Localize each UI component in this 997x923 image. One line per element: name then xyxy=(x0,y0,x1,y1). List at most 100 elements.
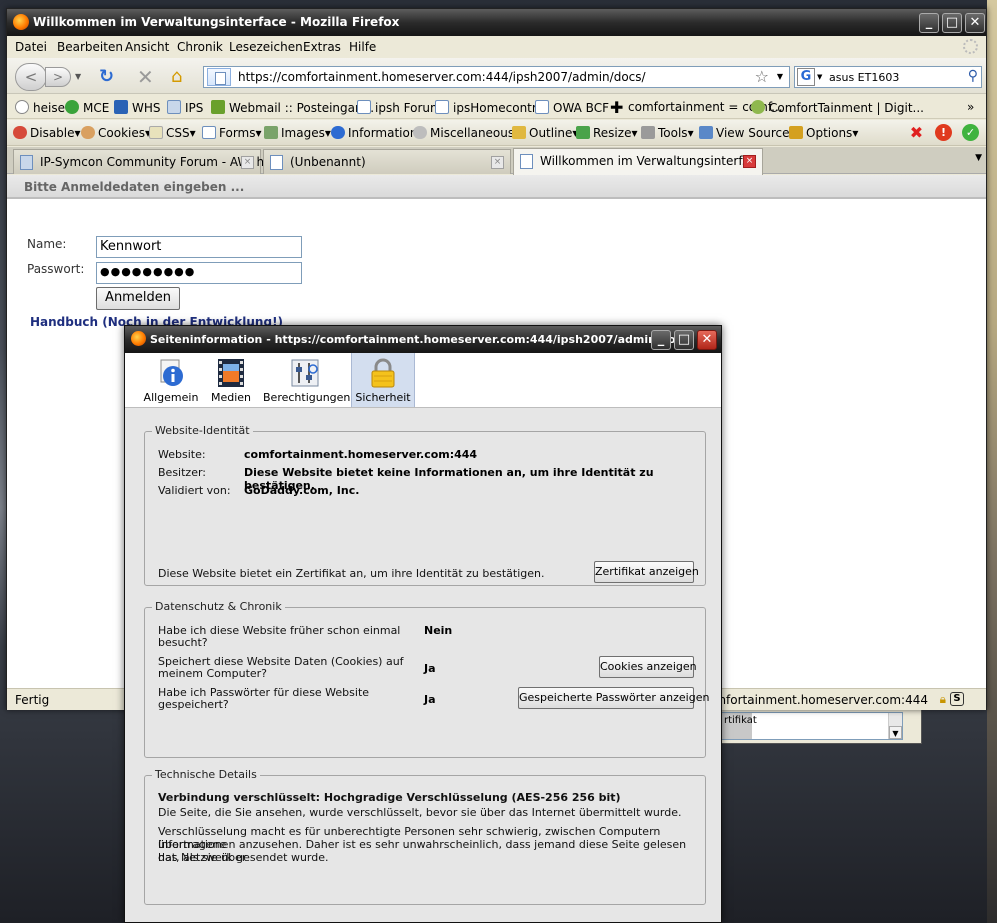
tab-unbenannt[interactable]: (Unbenannt) × xyxy=(263,149,511,174)
tab-label: (Unbenannt) xyxy=(290,155,366,169)
plus-icon: ✚ xyxy=(610,98,624,117)
bookmarks-toolbar: heise MCE WHS IPS Webmail :: Posteingan.… xyxy=(7,95,986,119)
name-input[interactable]: Kennwort xyxy=(96,236,302,258)
bookmark-mce[interactable]: MCE xyxy=(65,100,109,115)
bookmark-ipsh-forum[interactable]: ipsh Forum xyxy=(357,100,442,115)
bookmark-whs[interactable]: WHS xyxy=(114,100,161,115)
dev-resize[interactable]: Resize▾ xyxy=(576,126,637,140)
window-titlebar[interactable]: Willkommen im Verwaltungsinterface - Moz… xyxy=(7,9,986,36)
back-button[interactable]: < xyxy=(15,63,47,91)
show-cookies-button[interactable]: Cookies anzeigen xyxy=(599,656,697,678)
pane-tab-sicherheit[interactable]: Sicherheit xyxy=(351,353,415,407)
menu-lesezeichen[interactable]: Lesezeichen xyxy=(229,40,303,54)
tab-verwaltungsinterface[interactable]: Willkommen im Verwaltungsinterf... × xyxy=(513,148,763,175)
tab-close-icon[interactable]: × xyxy=(491,156,504,169)
padlock-icon[interactable]: 🔒︎ xyxy=(940,692,946,707)
menu-bearbeiten[interactable]: Bearbeiten xyxy=(57,40,123,54)
pane-tab-medien[interactable]: Medien xyxy=(205,353,257,407)
dialog-minimize-button[interactable]: _ xyxy=(651,330,671,350)
permissions-icon xyxy=(291,359,319,387)
dev-cookies[interactable]: Cookies▾ xyxy=(81,126,151,140)
bookmark-star-icon[interactable]: ☆ xyxy=(755,67,769,86)
ips-icon xyxy=(167,100,181,114)
search-input[interactable]: asus ET1603 xyxy=(829,71,899,84)
cookies-icon xyxy=(81,126,95,139)
menu-chronik[interactable]: Chronik xyxy=(177,40,223,54)
google-engine-icon[interactable]: G xyxy=(797,68,815,86)
dev-information[interactable]: Information▾ xyxy=(331,126,424,140)
stop-icon[interactable]: ✕ xyxy=(137,65,154,89)
dev-tools[interactable]: Tools▾ xyxy=(641,126,694,140)
pane-tab-berechtigungen[interactable]: Berechtigungen xyxy=(263,353,350,407)
dialog-maximize-button[interactable]: □ xyxy=(674,330,694,350)
minimize-button[interactable]: _ xyxy=(919,13,939,33)
url-text[interactable]: https://comfortainment.homeserver.com:44… xyxy=(238,70,646,84)
tab-list-dropdown-icon[interactable]: ▼ xyxy=(975,153,982,163)
bookmark-heise[interactable]: heise xyxy=(15,100,65,115)
dev-css[interactable]: CSS▾ xyxy=(149,126,196,140)
tab-ip-symcon[interactable]: IP-Symcon Community Forum - AW: https × xyxy=(13,149,287,174)
dev-outline[interactable]: Outline▾ xyxy=(512,126,578,140)
search-icon[interactable]: ⚲ xyxy=(968,68,978,84)
background-window-scrollbar[interactable]: ▼ xyxy=(888,713,902,739)
bookmark-owa-bcf[interactable]: OWA BCF xyxy=(535,100,609,115)
identity-value-validator: GoDaddy.com, Inc. xyxy=(244,484,360,497)
password-input[interactable]: ●●●●●●●●● xyxy=(96,262,302,284)
background-window-textarea[interactable]: rtifikat ▼ xyxy=(721,712,903,740)
dev-valid-icon[interactable]: ✓ xyxy=(962,124,979,141)
bookmark-ips[interactable]: IPS xyxy=(167,100,203,115)
navigation-toolbar: < > ▼ ↻ ✕ ⌂ https://comfortainment.homes… xyxy=(7,58,986,94)
status-host[interactable]: comfortainment.homeserver.com:444 xyxy=(700,693,928,707)
url-bar[interactable]: https://comfortainment.homeserver.com:44… xyxy=(203,66,790,88)
dev-view-source[interactable]: View Source▾ xyxy=(699,126,796,140)
maximize-button[interactable]: □ xyxy=(942,13,962,33)
bookmarks-overflow-icon[interactable]: » xyxy=(967,100,974,114)
background-window[interactable]: rtifikat ▼ xyxy=(700,708,922,744)
login-button[interactable]: Anmelden xyxy=(96,287,180,310)
dev-label: Miscellaneous xyxy=(430,126,515,140)
engine-dropdown-icon[interactable]: ▼ xyxy=(817,73,822,81)
dialog-titlebar[interactable]: Seiteninformation - https://comfortainme… xyxy=(125,326,721,353)
tab-close-icon[interactable]: × xyxy=(241,156,254,169)
reload-icon[interactable]: ↻ xyxy=(99,66,114,87)
pane-tab-allgemein[interactable]: Allgemein xyxy=(141,353,201,407)
dev-forms[interactable]: Forms▾ xyxy=(202,126,262,140)
scroll-down-icon[interactable]: ▼ xyxy=(889,726,902,739)
bookmark-ipshomecontrol[interactable]: ipsHomecontrol xyxy=(435,100,547,115)
menu-extras[interactable]: Extras xyxy=(303,40,341,54)
encryption-line: Die Seite, die Sie ansehen, wurde versch… xyxy=(158,806,682,819)
bookmark-comforttainment-digit[interactable]: ComfortTainment | Digit... xyxy=(751,100,924,115)
padlock-icon xyxy=(371,358,395,388)
show-certificate-button[interactable]: Zertifikat anzeigen xyxy=(594,561,699,583)
menu-hilfe[interactable]: Hilfe xyxy=(349,40,376,54)
dev-miscellaneous[interactable]: Miscellaneous▾ xyxy=(413,126,520,140)
dialog-close-button[interactable]: ✕ xyxy=(697,330,717,350)
status-s-icon[interactable]: S xyxy=(950,692,964,706)
menu-datei[interactable]: Datei xyxy=(15,40,47,54)
tab-close-icon[interactable]: × xyxy=(743,155,756,168)
dev-errors-icon[interactable]: ✖ xyxy=(908,124,925,141)
site-identity-icon[interactable] xyxy=(207,68,231,86)
dev-label: Information xyxy=(348,126,418,140)
history-dropdown-icon[interactable]: ▼ xyxy=(75,72,81,81)
privacy-question-cookies-cont: meinem Computer? xyxy=(158,667,268,680)
menu-ansicht[interactable]: Ansicht xyxy=(125,40,169,54)
home-icon[interactable]: ⌂ xyxy=(171,66,182,87)
dev-warning-icon[interactable]: ! xyxy=(935,124,952,141)
url-dropdown-icon[interactable]: ▼ xyxy=(777,72,783,81)
search-box[interactable]: G ▼ asus ET1603 ⚲ xyxy=(794,66,982,88)
group-legend: Technische Details xyxy=(152,768,260,781)
dev-disable[interactable]: Disable▾ xyxy=(13,126,81,140)
page-header-text: Bitte Anmeldedaten eingeben ... xyxy=(24,180,245,194)
dev-label: CSS xyxy=(166,126,190,140)
privacy-answer-cookies: Ja xyxy=(424,662,436,675)
images-icon xyxy=(264,126,278,139)
pane-tab-label: Allgemein xyxy=(143,391,199,404)
close-window-button[interactable]: ✕ xyxy=(965,13,985,33)
dev-options[interactable]: Options▾ xyxy=(789,126,858,140)
dev-images[interactable]: Images▾ xyxy=(264,126,331,140)
bookmark-webmail[interactable]: Webmail :: Posteingan... xyxy=(211,100,374,115)
show-saved-passwords-button[interactable]: Gespeicherte Passwörter anzeigen xyxy=(518,687,709,709)
miscellaneous-icon xyxy=(413,126,427,139)
forward-button[interactable]: > xyxy=(45,67,71,87)
